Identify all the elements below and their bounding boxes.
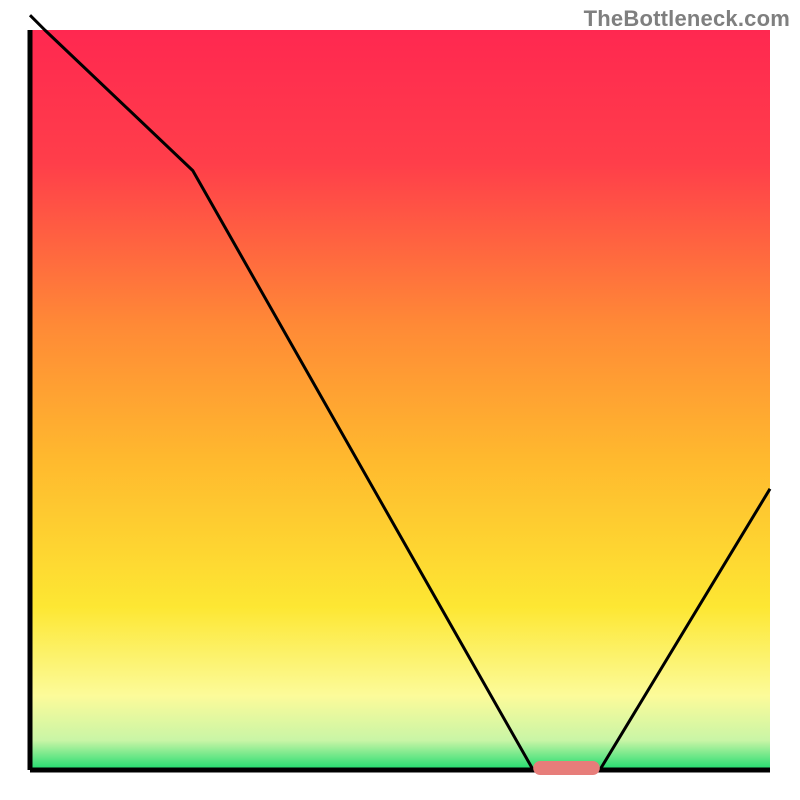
gradient-background bbox=[30, 30, 770, 770]
chart-svg bbox=[0, 0, 800, 800]
bottleneck-chart: TheBottleneck.com bbox=[0, 0, 800, 800]
optimal-range-marker bbox=[533, 761, 600, 775]
